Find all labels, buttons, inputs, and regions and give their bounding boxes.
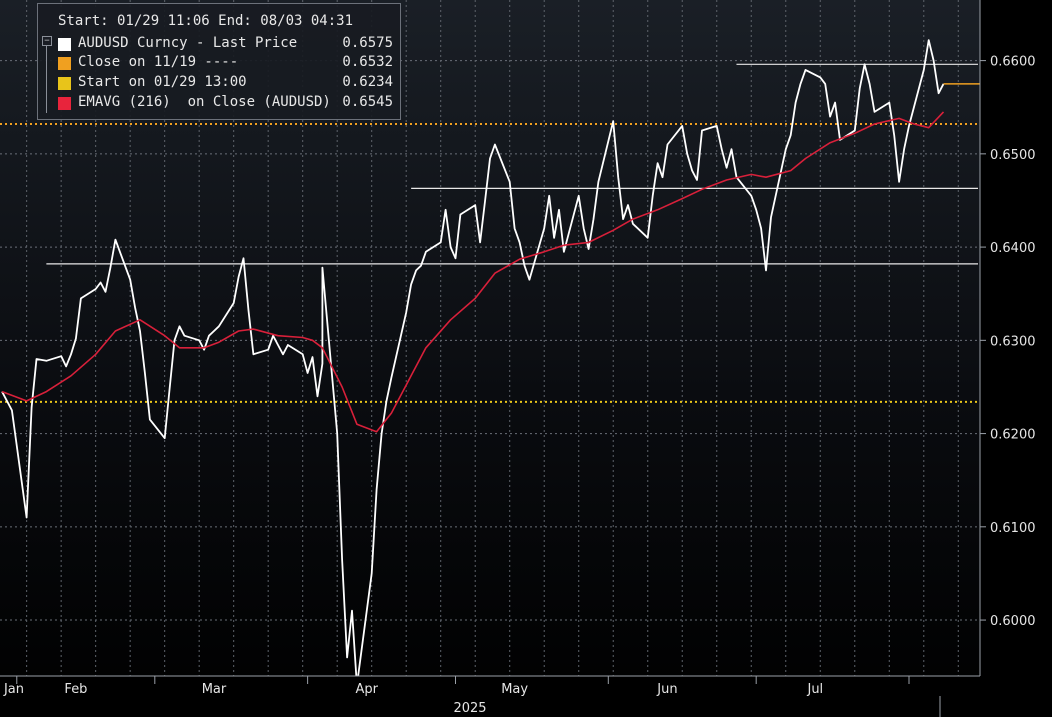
legend-swatch-icon xyxy=(58,77,71,90)
chart-legend: Start: 01/29 11:06 End: 08/03 04:31 − AU… xyxy=(37,3,401,120)
legend-item-value: 0.6545 xyxy=(342,94,393,110)
legend-tree-line xyxy=(46,37,55,113)
legend-swatch-icon xyxy=(58,97,71,110)
x-year-label: 2025 xyxy=(453,701,486,716)
price-chart: 0.6600 0.6500 0.6400 0.6300 0.6200 0.6100 0.60… xyxy=(0,0,1052,717)
legend-item-label: AUDUSD Curncy - Last Price xyxy=(78,35,298,51)
legend-item-value: 0.6532 xyxy=(342,54,393,70)
legend-date-range: Start: 01/29 11:06 End: 08/03 04:31 xyxy=(58,13,354,29)
legend-item-label: Start on 01/29 13:00 xyxy=(78,74,247,90)
legend-collapse-icon[interactable]: − xyxy=(42,36,52,46)
x-tick-label: Apr xyxy=(356,682,379,697)
y-tick-label: 0.6600 xyxy=(990,55,1036,70)
y-tick-label: 0.6000 xyxy=(990,614,1036,629)
legend-item-close-line[interactable]: Close on 11/19 ---- 0.6532 xyxy=(58,54,393,73)
legend-item-value: 0.6575 xyxy=(342,35,393,51)
legend-item-last-price[interactable]: AUDUSD Curncy - Last Price 0.6575 xyxy=(58,35,393,54)
y-tick-label: 0.6500 xyxy=(990,148,1036,163)
y-tick-label: 0.6100 xyxy=(990,521,1036,536)
x-tick-label: May xyxy=(501,682,528,697)
x-tick-label: Jul xyxy=(806,682,823,697)
legend-item-ema[interactable]: EMAVG (216) on Close (AUDUSD) 0.6545 xyxy=(58,94,393,113)
legend-item-value: 0.6234 xyxy=(342,74,393,90)
price-series-line xyxy=(1,39,945,687)
legend-item-label: Close on 11/19 ---- xyxy=(78,54,239,70)
y-tick-label: 0.6400 xyxy=(990,241,1036,256)
legend-swatch-icon xyxy=(58,57,71,70)
ema-series-line xyxy=(1,111,945,433)
legend-item-start-line[interactable]: Start on 01/29 13:00 0.6234 xyxy=(58,74,393,93)
y-axis-panel xyxy=(980,0,1052,717)
y-tick-label: 0.6300 xyxy=(990,334,1036,349)
legend-swatch-icon xyxy=(58,38,71,51)
x-tick-label: Feb xyxy=(64,682,87,697)
y-tick-label: 0.6200 xyxy=(990,428,1036,443)
legend-item-label: EMAVG (216) on Close (AUDUSD) xyxy=(78,94,331,110)
x-tick-label: Jun xyxy=(656,682,677,697)
x-tick-label: Mar xyxy=(202,682,227,697)
x-tick-label: Jan xyxy=(3,682,24,697)
